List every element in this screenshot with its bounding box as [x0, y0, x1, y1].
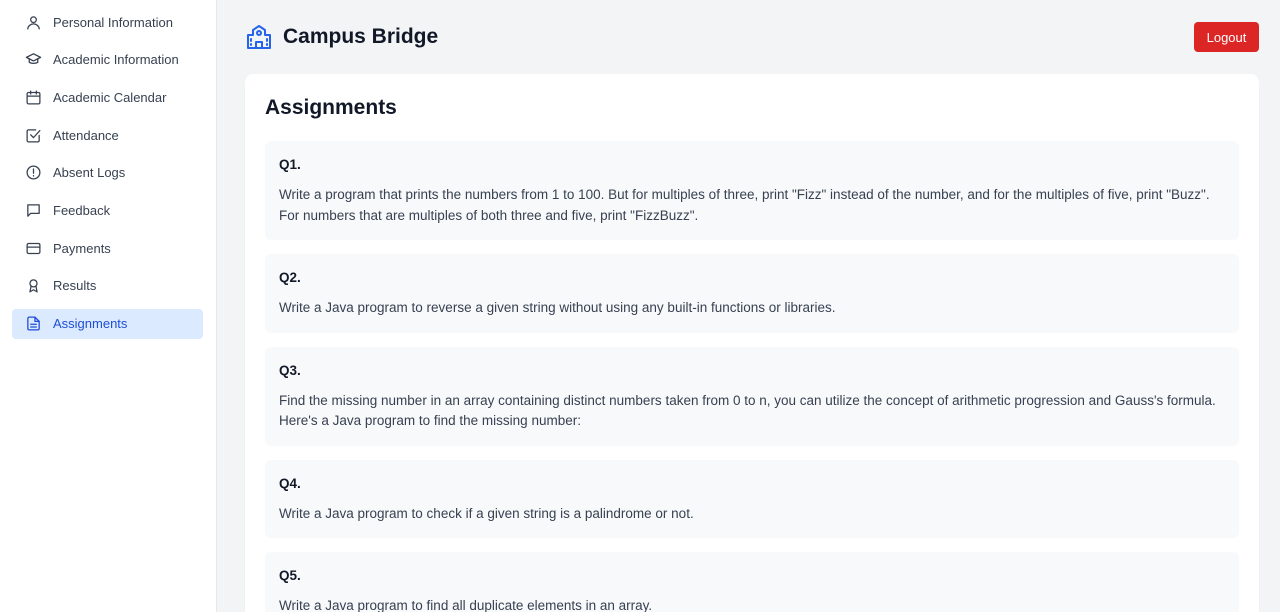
sidebar-item-feedback[interactable]: Feedback	[12, 195, 203, 225]
sidebar-item-label: Academic Information	[53, 52, 179, 68]
school-building-icon	[245, 23, 273, 51]
assignment-item: Q1. Write a program that prints the numb…	[265, 141, 1239, 240]
sidebar: Personal Information Academic Informatio…	[0, 0, 217, 612]
assignment-text: Write a Java program to find all duplica…	[279, 598, 653, 612]
sidebar-item-label: Feedback	[53, 202, 111, 218]
logout-button[interactable]: Logout	[1194, 22, 1259, 52]
assignment-number: Q5.	[279, 568, 301, 583]
assignment-text: Write a Java program to reverse a given …	[279, 300, 836, 315]
sidebar-item-label: Payments	[53, 240, 111, 256]
alert-circle-icon	[25, 164, 42, 181]
app-title: Campus Bridge	[283, 25, 439, 48]
sidebar-item-payments[interactable]: Payments	[12, 233, 203, 263]
checkbox-icon	[25, 127, 42, 144]
assignment-number: Q2.	[279, 270, 301, 285]
assignment-text: Write a Java program to check if a given…	[279, 505, 694, 521]
sidebar-item-label: Attendance	[53, 127, 119, 143]
user-icon	[25, 14, 42, 31]
assignment-number: Q1.	[279, 157, 301, 172]
sidebar-item-label: Results	[53, 278, 97, 294]
top-bar: Campus Bridge Logout	[245, 0, 1259, 74]
assignments-card: Assignments Q1. Write a program that pri…	[245, 74, 1259, 612]
sidebar-item-academic-information[interactable]: Academic Information	[12, 45, 203, 75]
assignment-item: Q3. Find the missing number in an array …	[265, 346, 1239, 446]
sidebar-item-absent-logs[interactable]: Absent Logs	[12, 158, 203, 188]
sidebar-item-attendance[interactable]: Attendance	[12, 120, 203, 150]
credit-card-icon	[25, 240, 42, 257]
award-icon	[25, 277, 42, 294]
sidebar-item-assignments[interactable]: Assignments	[12, 308, 203, 339]
assignment-item: Q2. Write a Java program to reverse a gi…	[265, 254, 1239, 333]
sidebar-item-results[interactable]: Results	[12, 271, 203, 301]
sidebar-item-academic-calendar[interactable]: Academic Calendar	[12, 82, 203, 112]
sidebar-item-label: Personal Information	[53, 14, 173, 30]
calendar-icon	[25, 89, 42, 106]
file-text-icon	[25, 315, 42, 332]
assignment-number: Q4.	[279, 475, 301, 491]
assignment-item: Q4. Write a Java program to check if a g…	[265, 459, 1239, 538]
sidebar-item-label: Academic Calendar	[53, 89, 167, 105]
main-content: Campus Bridge Logout Assignments Q1. Wri…	[217, 0, 1280, 612]
sidebar-item-personal-information[interactable]: Personal Information	[12, 7, 203, 37]
brand: Campus Bridge	[245, 23, 438, 51]
sidebar-item-label: Absent Logs	[53, 165, 126, 181]
graduation-cap-icon	[25, 51, 42, 68]
assignment-item: Q5. Write a Java program to find all dup…	[265, 552, 1239, 612]
assignment-text: Find the missing number in an array cont…	[279, 392, 1216, 429]
sidebar-item-label: Assignments	[53, 316, 128, 331]
assignment-text: Write a program that prints the numbers …	[279, 187, 1210, 223]
assignment-number: Q3.	[279, 362, 301, 378]
message-icon	[25, 202, 42, 219]
page-title: Assignments	[265, 96, 397, 119]
